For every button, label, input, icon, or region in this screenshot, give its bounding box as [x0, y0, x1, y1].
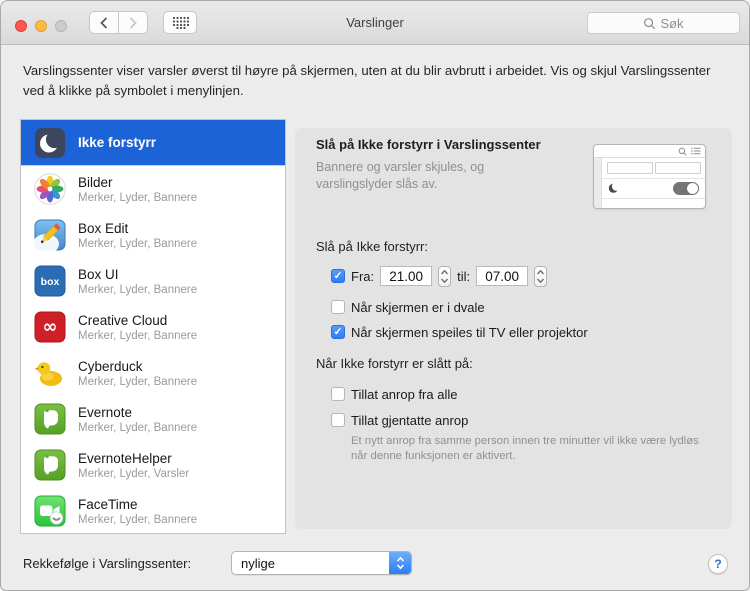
sidebar-item-text: FaceTime Merker, Lyder, Bannere [78, 497, 197, 526]
sidebar-item-ikke-forstyrr[interactable]: Ikke forstyrr [21, 120, 285, 166]
sidebar-item-facetime[interactable]: FaceTime Merker, Lyder, Bannere [21, 488, 285, 534]
sidebar-item-subtitle: Merker, Lyder, Bannere [78, 238, 197, 250]
search-field[interactable]: Søk [587, 12, 740, 34]
sort-order-dropdown[interactable]: nylige [231, 551, 412, 575]
sidebar-item-text: Evernote Merker, Lyder, Bannere [78, 405, 197, 434]
sidebar-item-text: Box Edit Merker, Lyder, Bannere [78, 221, 197, 250]
allow-calls-row: Tillat anrop fra alle [331, 383, 457, 405]
schedule-time-row: Fra: 21.00 til: 07.00 [331, 265, 547, 287]
sidebar-item-label: Evernote [78, 405, 197, 420]
sidebar-item-evernotehelper[interactable]: EvernoteHelper Merker, Lyder, Varsler [21, 442, 285, 488]
sleep-label: Når skjermen er i dvale [351, 300, 485, 315]
creativecloud-icon: ∞ [34, 311, 66, 343]
preview-segment-fields [607, 162, 701, 174]
sidebar-item-creative-cloud[interactable]: ∞ Creative Cloud Merker, Lyder, Bannere [21, 304, 285, 350]
sidebar-item-subtitle: Merker, Lyder, Bannere [78, 284, 197, 296]
sidebar-item-subtitle: Merker, Lyder, Varsler [78, 468, 189, 480]
sidebar-item-evernote[interactable]: Evernote Merker, Lyder, Bannere [21, 396, 285, 442]
sleep-row: Når skjermen er i dvale [331, 296, 485, 318]
sidebar-item-label: Cyberduck [78, 359, 197, 374]
moon-icon [34, 127, 66, 159]
sort-order-label: Rekkefølge i Varslingssenter: [23, 556, 191, 571]
sidebar-item-text: EvernoteHelper Merker, Lyder, Varsler [78, 451, 189, 480]
sidebar-item-text: Creative Cloud Merker, Lyder, Bannere [78, 313, 197, 342]
facetime-icon [34, 495, 66, 527]
preview-dnd-row [602, 179, 705, 198]
title-bar: Varslinger Søk [1, 1, 749, 45]
search-icon [678, 147, 687, 156]
allow-calls-checkbox[interactable] [331, 387, 345, 401]
sidebar-item-label: Ikke forstyrr [78, 135, 156, 150]
sidebar-item-subtitle: Merker, Lyder, Bannere [78, 422, 197, 434]
preview-divider [602, 198, 705, 199]
sidebar-item-cyberduck[interactable]: Cyberduck Merker, Lyder, Bannere [21, 350, 285, 396]
search-placeholder: Søk [660, 16, 683, 31]
notification-center-preview [593, 144, 706, 209]
repeated-calls-row: Tillat gjentatte anrop [331, 409, 468, 431]
repeated-calls-note: Et nytt anrop fra samme person innen tre… [351, 434, 699, 464]
sidebar-item-box-ui[interactable]: box Box UI Merker, Lyder, Bannere [21, 258, 285, 304]
app-list: Ikke forstyrr Bilder Merker, Lyder, Banner… [20, 119, 286, 534]
dnd-title: Slå på Ikke forstyrr i Varslingssenter [316, 137, 541, 152]
mirror-label: Når skjermen speiles til TV eller projek… [351, 325, 588, 340]
schedule-heading: Slå på Ikke forstyrr: [316, 239, 428, 254]
mirror-row: Når skjermen speiles til TV eller projek… [331, 321, 588, 343]
help-button[interactable]: ? [708, 554, 728, 574]
sidebar-item-subtitle: Merker, Lyder, Bannere [78, 192, 197, 204]
sidebar-item-label: Bilder [78, 175, 197, 190]
moon-icon [608, 182, 620, 194]
to-time-field[interactable]: 07.00 [476, 266, 528, 286]
sidebar-item-label: FaceTime [78, 497, 197, 512]
sort-order-value: nylige [241, 556, 275, 571]
from-time-stepper[interactable] [438, 266, 451, 287]
sidebar-item-text: Bilder Merker, Lyder, Bannere [78, 175, 197, 204]
to-time-stepper[interactable] [534, 266, 547, 287]
sidebar-item-label: Creative Cloud [78, 313, 197, 328]
sidebar-item-text: Cyberduck Merker, Lyder, Bannere [78, 359, 197, 388]
svg-text:∞: ∞ [43, 317, 58, 338]
preview-top-bar [594, 145, 705, 158]
sidebar-item-text: Ikke forstyrr [78, 135, 156, 150]
preview-field [607, 162, 653, 174]
boxedit-icon [34, 219, 66, 251]
dropdown-arrows-icon [389, 552, 411, 574]
list-icon [691, 147, 701, 155]
intro-text: Varslingssenter viser varsler øverst til… [23, 61, 735, 101]
preview-sidebar-strip [594, 158, 602, 208]
evernote-icon [34, 449, 66, 481]
dnd-description: Bannere og varsler skjules, og varslings… [316, 159, 536, 193]
preview-field [655, 162, 701, 174]
allow-calls-label: Tillat anrop fra alle [351, 387, 457, 402]
from-checkbox[interactable] [331, 269, 345, 283]
sidebar-item-box-edit[interactable]: Box Edit Merker, Lyder, Bannere [21, 212, 285, 258]
boxui-icon: box [34, 265, 66, 297]
cyberduck-icon [34, 357, 66, 389]
sidebar-item-label: Box Edit [78, 221, 197, 236]
from-time-field[interactable]: 21.00 [380, 266, 432, 286]
sidebar-item-bilder[interactable]: Bilder Merker, Lyder, Bannere [21, 166, 285, 212]
from-label: Fra: [351, 269, 374, 284]
svg-text:box: box [41, 276, 60, 288]
photos-icon [34, 173, 66, 205]
sidebar-item-label: EvernoteHelper [78, 451, 189, 466]
repeated-calls-checkbox[interactable] [331, 413, 345, 427]
stepper-arrows-icon [536, 269, 545, 284]
sidebar-item-subtitle: Merker, Lyder, Bannere [78, 514, 197, 526]
mirror-checkbox[interactable] [331, 325, 345, 339]
to-label: til: [457, 269, 470, 284]
sidebar-item-subtitle: Merker, Lyder, Bannere [78, 376, 197, 388]
sleep-checkbox[interactable] [331, 300, 345, 314]
sidebar-item-label: Box UI [78, 267, 197, 282]
sidebar-item-subtitle: Merker, Lyder, Bannere [78, 330, 197, 342]
preferences-window: Varslinger Søk Varslingssenter viser var… [0, 0, 750, 591]
active-heading: Når Ikke forstyrr er slått på: [316, 356, 473, 371]
stepper-arrows-icon [440, 269, 449, 284]
evernote-icon [34, 403, 66, 435]
repeated-calls-label: Tillat gjentatte anrop [351, 413, 468, 428]
sidebar-item-text: Box UI Merker, Lyder, Bannere [78, 267, 197, 296]
search-icon [643, 17, 656, 30]
dnd-settings-panel: Slå på Ikke forstyrr i Varslingssenter B… [295, 128, 732, 529]
preview-toggle-on [673, 182, 699, 195]
